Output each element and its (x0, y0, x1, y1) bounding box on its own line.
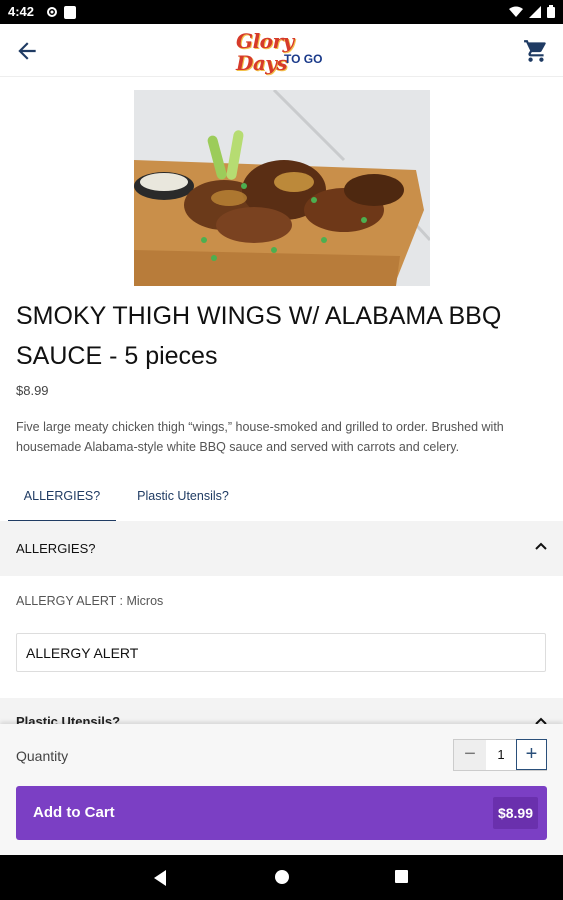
product-price: $8.99 (16, 383, 49, 398)
product-image (134, 90, 430, 286)
add-to-cart-price: $8.99 (492, 797, 538, 829)
allergies-section-header[interactable]: ALLERGIES? (0, 521, 563, 576)
cart-footer: Quantity − 1 + Add to Cart $8.99 (0, 724, 563, 855)
system-nav-bar (0, 855, 563, 900)
arrow-left-icon[interactable] (14, 38, 40, 64)
quantity-label: Quantity (16, 748, 69, 764)
quantity-stepper: − 1 + (453, 739, 547, 771)
square-icon (64, 6, 76, 19)
product-title: SMOKY THIGH WINGS W/ ALABAMA BBQ SAUCE -… (16, 302, 502, 370)
status-left-icons (46, 6, 76, 19)
status-time: 4:42 (8, 4, 35, 19)
product-description: Five large meaty chicken thigh “wings,” … (16, 420, 504, 454)
status-right-icons (509, 5, 555, 18)
nav-back-icon[interactable] (152, 869, 168, 887)
quantity-value: 1 (497, 747, 505, 762)
chevron-up-icon[interactable] (533, 539, 549, 555)
add-to-cart-button[interactable]: Add to Cart $8.99 (16, 786, 547, 840)
brand-logo[interactable]: Glory Days TO GO (236, 30, 332, 74)
wifi-icon (509, 6, 523, 17)
status-bar: 4:42 (0, 0, 563, 24)
gear-icon (47, 7, 57, 17)
option-tabs: ALLERGIES? Plastic Utensils? (0, 476, 563, 522)
nav-home-icon[interactable] (275, 870, 289, 884)
nav-recents-icon[interactable] (395, 870, 408, 883)
increase-quantity-button[interactable]: + (516, 739, 547, 770)
allergy-alert-label: ALLERGY ALERT (26, 645, 139, 661)
tab-allergies[interactable]: ALLERGIES? (8, 476, 116, 522)
add-to-cart-label: Add to Cart (33, 804, 115, 821)
battery-icon (547, 5, 555, 18)
decrease-quantity-button[interactable]: − (454, 740, 486, 770)
app-bar: Glory Days TO GO (0, 24, 563, 77)
logo-sub: TO GO (284, 52, 323, 66)
allergy-note: ALLERGY ALERT : Micros (16, 594, 164, 608)
tab-plastic-utensils[interactable]: Plastic Utensils? (118, 476, 248, 520)
allergy-alert-option[interactable]: ALLERGY ALERT (16, 633, 546, 672)
shopping-cart-icon[interactable] (523, 38, 549, 64)
allergies-section-title: ALLERGIES? (16, 541, 96, 556)
signal-icon (529, 5, 541, 18)
